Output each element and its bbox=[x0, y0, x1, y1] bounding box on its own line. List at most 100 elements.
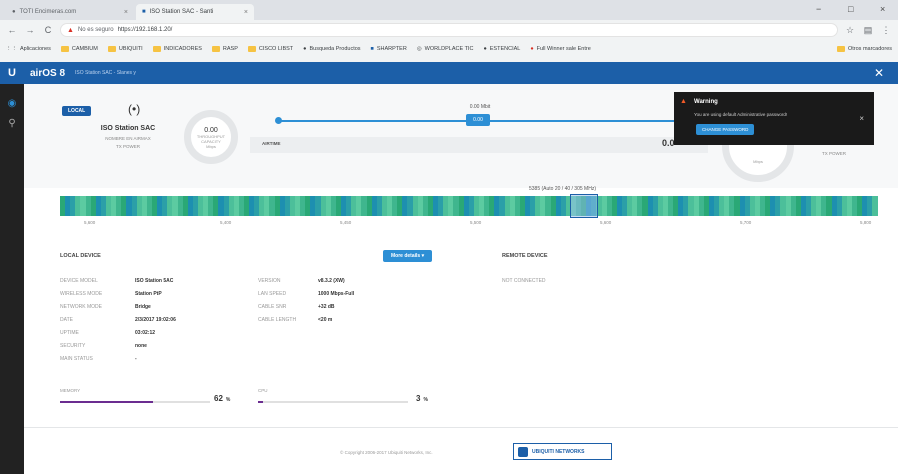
info-value: Bridge bbox=[135, 304, 151, 310]
bookmark-folder[interactable]: UBIQUITI bbox=[107, 46, 143, 52]
bookmarks-bar: ⋮⋮ Aplicaciones CAMBIUM UBIQUITI INDICADO… bbox=[0, 40, 898, 58]
info-key: DEVICE MODEL bbox=[60, 278, 98, 284]
address-row: ← → C ▲ No es seguro https://192.168.1.2… bbox=[0, 20, 898, 40]
menu-icon[interactable]: ⋮ bbox=[880, 25, 892, 36]
extension-icon[interactable]: ▤ bbox=[862, 25, 874, 36]
local-badge: LOCAL bbox=[62, 106, 92, 116]
page-icon: ● bbox=[530, 46, 534, 52]
tools-icon[interactable]: ✕ bbox=[874, 66, 884, 80]
info-key: WIRELESS MODE bbox=[60, 291, 103, 297]
browser-tab-1[interactable]: ● TOTI Encimeras.com × bbox=[6, 4, 134, 20]
back-icon[interactable]: ← bbox=[6, 25, 18, 35]
frequency-axis: 5,600 5,400 5,450 5,500 5,600 5,700 5,80… bbox=[60, 220, 878, 228]
bookmark-label: UBIQUITI bbox=[118, 46, 143, 52]
globe-icon: ● bbox=[303, 46, 307, 52]
freq-tick: 5,600 bbox=[600, 220, 612, 225]
device-title: ISO Station SAC - Slanes y bbox=[75, 70, 136, 76]
other-bookmarks[interactable]: Otros marcadores bbox=[836, 46, 892, 52]
bookmark-link[interactable]: ■ SHARPTER bbox=[371, 46, 407, 52]
freq-tick: 5,500 bbox=[470, 220, 482, 225]
logo-mark-icon bbox=[518, 446, 528, 457]
folder-icon bbox=[60, 46, 69, 52]
bookmark-folder[interactable]: CISCO LIBST bbox=[247, 46, 294, 52]
bookmark-label: WORLDPLACE TIC bbox=[424, 46, 474, 52]
bookmark-folder[interactable]: INDICADORES bbox=[152, 46, 202, 52]
freq-tick: 5,700 bbox=[740, 220, 752, 225]
more-details-label: More details bbox=[391, 253, 421, 259]
bookmark-link[interactable]: ● ESTENCIAL bbox=[483, 46, 520, 52]
bookmark-link[interactable]: ● Full Winner sale Entre bbox=[530, 46, 590, 52]
bookmark-link[interactable]: ● Busqueda Productos bbox=[303, 46, 360, 52]
dashboard-icon[interactable]: ◉ bbox=[6, 98, 18, 110]
spectrum-selection[interactable] bbox=[570, 194, 598, 218]
bookmark-label: Busqueda Productos bbox=[309, 46, 361, 52]
minimize-icon[interactable]: − bbox=[816, 4, 821, 14]
more-details-button[interactable]: More details ▾ bbox=[383, 250, 433, 262]
bookmark-folder[interactable]: CAMBIUM bbox=[60, 46, 98, 52]
bookmark-label: RASP bbox=[222, 46, 238, 52]
bookmark-link[interactable]: ◎ WORLDPLACE TIC bbox=[417, 46, 474, 52]
local-tx-power: TX POWER bbox=[115, 144, 140, 149]
ubiquiti-footer-logo[interactable]: UBIQUITI NETWORKS bbox=[513, 443, 612, 460]
capacity-value: 0.00 bbox=[204, 127, 218, 134]
url-text: https://192.168.1.20/ bbox=[117, 27, 173, 33]
tab-title: TOTI Encimeras.com bbox=[19, 9, 77, 15]
browser-chrome: ● TOTI Encimeras.com × ■ ISO Station SAC… bbox=[0, 0, 898, 62]
folder-icon bbox=[107, 46, 116, 52]
close-icon[interactable]: × bbox=[859, 114, 864, 123]
memory-meter bbox=[60, 401, 210, 403]
info-value: 1000 Mbps-Full bbox=[318, 291, 355, 297]
tab-title: ISO Station SAC - Santi bbox=[149, 9, 214, 15]
favicon-icon: ■ bbox=[142, 9, 146, 15]
cpu-value: 3% bbox=[416, 394, 428, 403]
change-password-button[interactable]: CHANGE PASSWORD bbox=[696, 124, 755, 135]
bookmark-label: CAMBIUM bbox=[71, 46, 98, 52]
memory-value: 62% bbox=[214, 394, 230, 403]
bookmark-label: CISCO LIBST bbox=[258, 46, 294, 52]
search-icon[interactable]: ⚲ bbox=[6, 118, 18, 130]
capacity-unit: Mbps bbox=[206, 144, 216, 149]
cpu-label: CPU bbox=[258, 388, 268, 393]
bookmark-apps[interactable]: ⋮⋮ Aplicaciones bbox=[6, 46, 51, 52]
spectrum-caption: 5385 (Auto 20 / 40 / 305 MHz) bbox=[529, 186, 596, 192]
info-value: 03:02:12 bbox=[135, 330, 156, 336]
link-start-dot bbox=[275, 117, 282, 124]
info-value: +32 dB bbox=[318, 304, 335, 310]
app-header: U airOS 8 ISO Station SAC - Slanes y ✕ bbox=[0, 62, 898, 84]
info-key: UPTIME bbox=[60, 330, 79, 336]
remote-status: NOT CONNECTED bbox=[502, 278, 546, 284]
info-value: none bbox=[135, 343, 147, 349]
local-device-subtitle: NOMBRE EN AIRMAX bbox=[105, 136, 151, 141]
address-bar[interactable]: ▲ No es seguro https://192.168.1.20/ bbox=[60, 23, 838, 37]
bookmark-folder[interactable]: RASP bbox=[211, 46, 238, 52]
browser-tab-2[interactable]: ■ ISO Station SAC - Santi × bbox=[136, 4, 254, 20]
link-speed-bubble: 0.00 bbox=[466, 114, 490, 126]
globe-icon: ● bbox=[483, 46, 487, 52]
info-value: - bbox=[135, 356, 137, 362]
capacity-label: THROUGHPUT CAPACITY bbox=[196, 134, 226, 144]
close-window-icon[interactable]: × bbox=[880, 4, 885, 14]
info-key: CABLE LENGTH bbox=[258, 317, 297, 323]
freq-tick: 5,800 bbox=[860, 220, 872, 225]
close-tab-icon[interactable]: × bbox=[124, 9, 128, 16]
reload-icon[interactable]: C bbox=[42, 25, 54, 35]
folder-icon bbox=[211, 46, 220, 52]
local-device-name: ISO Station SAC bbox=[100, 125, 156, 132]
maximize-icon[interactable]: □ bbox=[848, 4, 853, 14]
globe-icon: ◎ bbox=[416, 46, 422, 52]
folder-icon bbox=[836, 46, 845, 52]
star-icon[interactable]: ☆ bbox=[844, 25, 856, 36]
cpu-unit: % bbox=[423, 397, 428, 403]
info-value: <20 m bbox=[318, 317, 333, 323]
page-icon: ■ bbox=[370, 46, 374, 52]
forward-icon[interactable]: → bbox=[24, 25, 36, 35]
footer-divider bbox=[24, 427, 898, 428]
ubiquiti-logo: U bbox=[8, 67, 16, 79]
freq-tick: 5,450 bbox=[340, 220, 352, 225]
folder-icon bbox=[247, 46, 256, 52]
airtime-label: AIRTIME bbox=[262, 141, 281, 146]
close-tab-icon[interactable]: × bbox=[244, 9, 248, 16]
info-key: CABLE SNR bbox=[258, 304, 287, 310]
sidebar: ◉ ⚲ bbox=[0, 84, 24, 474]
bookmark-label: Aplicaciones bbox=[20, 46, 51, 52]
